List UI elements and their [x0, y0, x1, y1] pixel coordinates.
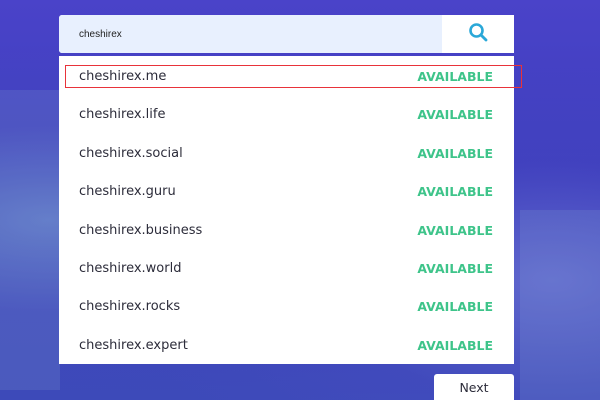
availability-status: AVAILABLE [417, 183, 493, 199]
availability-status: AVAILABLE [417, 337, 493, 353]
availability-status: AVAILABLE [417, 260, 493, 276]
domain-name: cheshirex.rocks [79, 298, 181, 314]
domain-name: cheshirex.guru [79, 183, 176, 199]
domain-result-row[interactable]: cheshirex.expert AVAILABLE [59, 326, 514, 364]
domain-results-list: cheshirex.me AVAILABLE cheshirex.life AV… [59, 56, 514, 364]
availability-status: AVAILABLE [417, 106, 493, 122]
availability-status: AVAILABLE [417, 68, 493, 84]
availability-status: AVAILABLE [417, 145, 493, 161]
domain-name: cheshirex.business [79, 222, 203, 238]
domain-result-row[interactable]: cheshirex.guru AVAILABLE [59, 172, 514, 210]
next-button[interactable]: Next [434, 374, 514, 400]
domain-result-row[interactable]: cheshirex.life AVAILABLE [59, 95, 514, 133]
domain-result-row[interactable]: cheshirex.me AVAILABLE [59, 57, 514, 95]
background-building [520, 210, 600, 400]
search-icon [468, 22, 488, 46]
domain-result-row[interactable]: cheshirex.business AVAILABLE [59, 211, 514, 249]
domain-name: cheshirex.expert [79, 337, 188, 353]
background-building [0, 90, 60, 390]
domain-name: cheshirex.world [79, 260, 182, 276]
availability-status: AVAILABLE [417, 298, 493, 314]
domain-name: cheshirex.me [79, 68, 167, 84]
domain-result-row[interactable]: cheshirex.rocks AVAILABLE [59, 287, 514, 325]
search-button[interactable] [442, 15, 514, 53]
availability-status: AVAILABLE [417, 222, 493, 238]
domain-name: cheshirex.life [79, 106, 166, 122]
domain-result-row[interactable]: cheshirex.world AVAILABLE [59, 249, 514, 287]
domain-result-row[interactable]: cheshirex.social AVAILABLE [59, 134, 514, 172]
domain-search-input[interactable] [59, 15, 442, 53]
domain-name: cheshirex.social [79, 145, 183, 161]
